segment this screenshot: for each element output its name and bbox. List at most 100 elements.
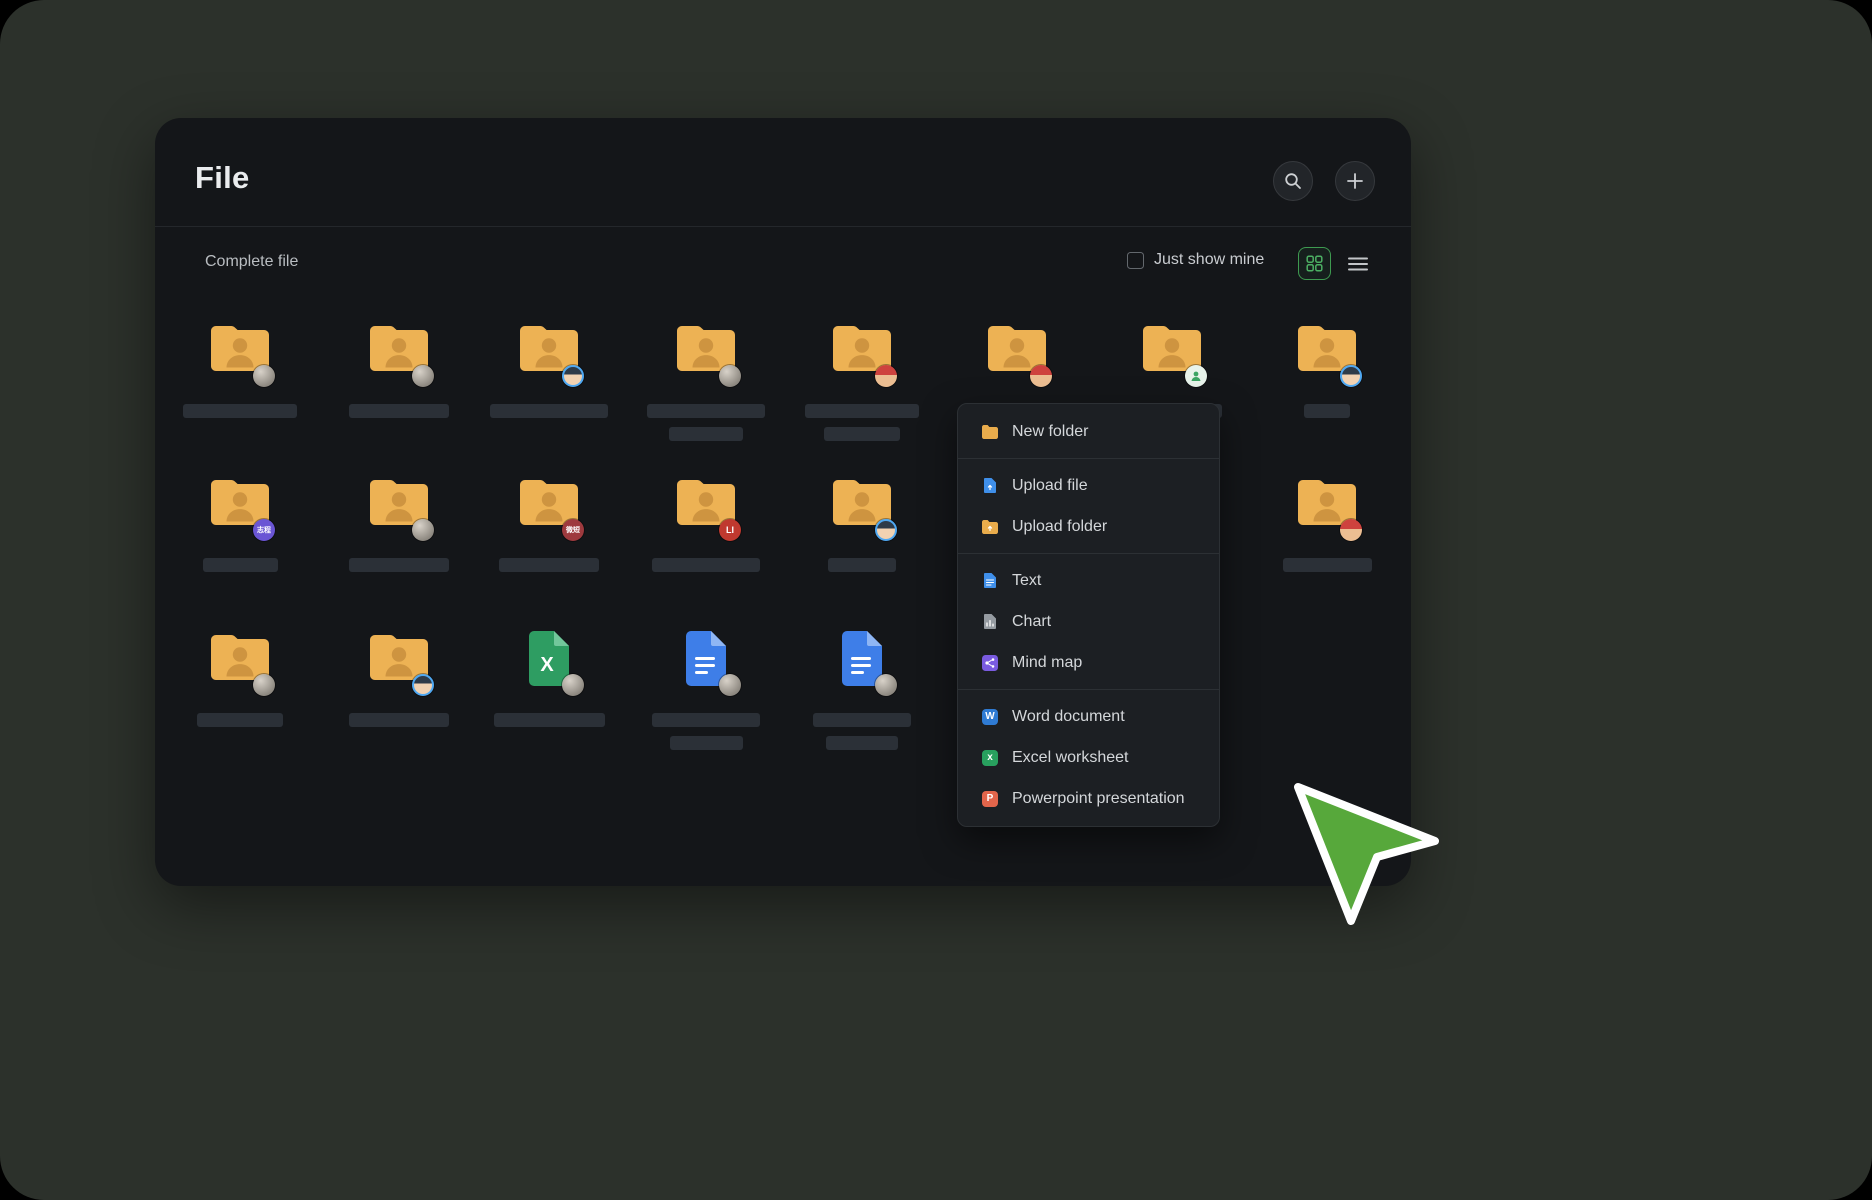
excel-icon: X — [517, 629, 581, 687]
folder-icon — [1295, 474, 1359, 532]
chart-icon — [981, 613, 999, 631]
menu-item-chart[interactable]: Chart — [958, 601, 1219, 642]
member-avatar — [253, 674, 275, 696]
file-name-placeholder — [1304, 404, 1350, 418]
menu-item-upload-folder[interactable]: Upload folder — [958, 506, 1219, 547]
member-avatar: 志程 — [253, 519, 275, 541]
header-divider — [155, 226, 1411, 227]
menu-item-word-document[interactable]: WWord document — [958, 696, 1219, 737]
search-button[interactable] — [1273, 161, 1313, 201]
member-avatar — [562, 674, 584, 696]
folder-icon — [367, 474, 431, 532]
file-tile[interactable] — [631, 320, 781, 441]
file-grid: 志程 微短 LI X — [155, 288, 1411, 886]
member-avatar — [412, 519, 434, 541]
folder-icon — [208, 629, 272, 687]
menu-item-label: Text — [1012, 572, 1041, 590]
menu-item-powerpoint-presentation[interactable]: P Powerpoint presentation — [958, 778, 1219, 819]
file-tile[interactable] — [787, 474, 937, 572]
new-folder-icon — [981, 423, 999, 441]
file-tile[interactable]: X — [474, 629, 624, 727]
folder-icon — [830, 474, 894, 532]
file-tile[interactable] — [474, 320, 624, 418]
file-name-placeholder — [1283, 558, 1372, 572]
member-avatar — [412, 365, 434, 387]
member-avatar — [719, 365, 741, 387]
menu-item-label: Powerpoint presentation — [1012, 790, 1185, 808]
file-app-window: File Complete file Just show mine — [155, 118, 1411, 886]
file-tile[interactable] — [1252, 474, 1402, 572]
svg-text:X: X — [540, 654, 554, 676]
file-tile[interactable] — [787, 320, 937, 441]
list-view-button[interactable] — [1347, 254, 1369, 274]
member-avatar — [875, 365, 897, 387]
file-tile[interactable] — [324, 474, 474, 572]
menu-item-label: New folder — [1012, 423, 1088, 441]
file-name-placeholder — [349, 558, 449, 572]
file-name-placeholder — [490, 404, 608, 418]
folder-icon — [1140, 320, 1204, 378]
file-name-placeholder — [652, 558, 760, 572]
member-avatar: LI — [719, 519, 741, 541]
menu-group: Upload file Upload folder — [958, 458, 1219, 553]
grid-view-button[interactable] — [1298, 247, 1331, 280]
file-name-placeholder — [494, 713, 605, 727]
member-avatar — [875, 519, 897, 541]
text-icon — [981, 572, 999, 590]
plus-icon — [1346, 172, 1364, 190]
menu-item-upload-file[interactable]: Upload file — [958, 465, 1219, 506]
folder-icon — [674, 320, 738, 378]
member-avatar — [719, 674, 741, 696]
menu-item-mind-map[interactable]: Mind map — [958, 642, 1219, 683]
file-tile[interactable] — [324, 320, 474, 418]
upload-file-icon — [981, 477, 999, 495]
menu-item-label: Mind map — [1012, 654, 1082, 672]
file-tile[interactable]: LI — [631, 474, 781, 572]
ppt-icon: P — [981, 790, 999, 808]
file-name-placeholder — [203, 558, 278, 572]
file-name-placeholder — [669, 427, 743, 441]
member-avatar: 微短 — [562, 519, 584, 541]
add-button[interactable] — [1335, 161, 1375, 201]
upload-folder-icon — [981, 518, 999, 536]
menu-item-text[interactable]: Text — [958, 560, 1219, 601]
file-name-placeholder — [652, 713, 760, 727]
doc-icon — [830, 629, 894, 687]
file-name-placeholder — [824, 427, 900, 441]
folder-icon: LI — [674, 474, 738, 532]
file-tile[interactable]: 微短 — [474, 474, 624, 572]
file-tile[interactable] — [631, 629, 781, 750]
member-avatar — [562, 365, 584, 387]
folder-icon — [1295, 320, 1359, 378]
file-tile[interactable]: 志程 — [165, 474, 315, 572]
file-tile[interactable] — [1252, 320, 1402, 418]
member-avatar — [875, 674, 897, 696]
file-tile[interactable] — [787, 629, 937, 750]
menu-item-excel-worksheet[interactable]: xExcel worksheet — [958, 737, 1219, 778]
menu-group: WWord documentxExcel worksheet P Powerpoin… — [958, 689, 1219, 825]
folder-icon — [830, 320, 894, 378]
menu-item-new-folder[interactable]: New folder — [958, 411, 1219, 452]
search-icon — [1284, 172, 1302, 190]
just-show-mine-checkbox[interactable] — [1127, 252, 1144, 269]
menu-item-label: Word document — [1012, 708, 1125, 726]
just-show-mine-label: Just show mine — [1154, 251, 1264, 269]
file-tile[interactable] — [165, 629, 315, 727]
menu-item-label: Upload folder — [1012, 518, 1107, 536]
grid-view-icon — [1306, 255, 1323, 272]
shared-person-icon — [1185, 365, 1207, 387]
menu-group: Text Chart Mind map — [958, 553, 1219, 689]
file-tile[interactable] — [324, 629, 474, 727]
context-menu: New folder Upload file Upload folder Text Ch… — [957, 403, 1220, 827]
menu-item-label: Excel worksheet — [1012, 749, 1129, 767]
file-name-placeholder — [349, 404, 449, 418]
file-name-placeholder — [670, 736, 743, 750]
file-name-placeholder — [805, 404, 919, 418]
just-show-mine-filter[interactable]: Just show mine — [1127, 251, 1264, 269]
file-tile[interactable] — [165, 320, 315, 418]
file-name-placeholder — [813, 713, 911, 727]
doc-icon — [674, 629, 738, 687]
folder-icon: 微短 — [517, 474, 581, 532]
folder-icon — [208, 320, 272, 378]
file-name-placeholder — [828, 558, 896, 572]
